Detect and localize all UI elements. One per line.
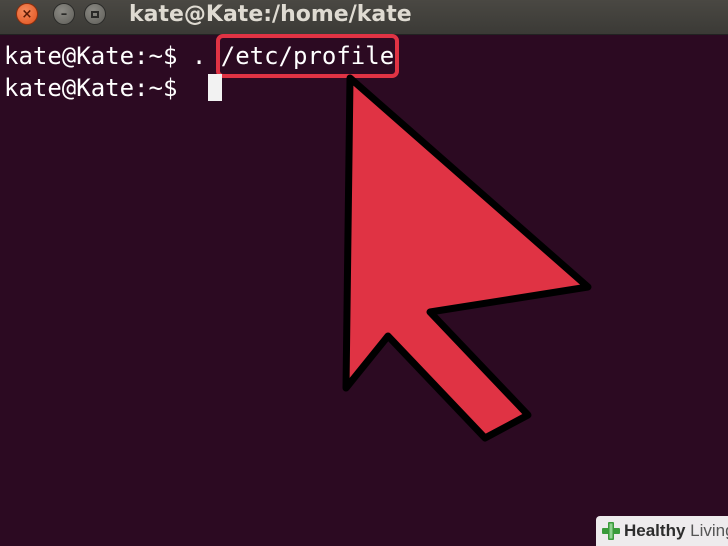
maximize-icon	[91, 10, 99, 18]
watermark-badge: Healthy Living	[596, 516, 728, 546]
highlighted-command: /etc/profile	[215, 34, 400, 78]
terminal-prompt: kate@Kate:~$	[4, 74, 192, 102]
watermark-brand-light: Living	[690, 521, 728, 540]
maximize-button[interactable]	[84, 3, 106, 25]
text-cursor	[208, 74, 222, 101]
terminal-command-prefix: .	[191, 42, 221, 70]
terminal-area[interactable]: kate@Kate:~$ . /etc/profile kate@Kate:~$	[0, 34, 728, 546]
watermark-brand-strong: Healthy	[624, 521, 686, 540]
terminal-line: kate@Kate:~$	[4, 71, 192, 105]
title-bar: × – kate@Kate:/home/kate	[0, 0, 728, 35]
close-button[interactable]: ×	[16, 3, 38, 25]
cross-plus-icon	[602, 522, 620, 540]
minimize-icon: –	[60, 6, 68, 22]
window-title: kate@Kate:/home/kate	[129, 2, 412, 27]
terminal-prompt: kate@Kate:~$	[4, 42, 192, 70]
minimize-button[interactable]: –	[53, 3, 75, 25]
close-icon: ×	[21, 6, 33, 22]
watermark-text: Healthy Living	[624, 521, 728, 541]
terminal-line: kate@Kate:~$ . /etc/profile	[4, 34, 400, 78]
